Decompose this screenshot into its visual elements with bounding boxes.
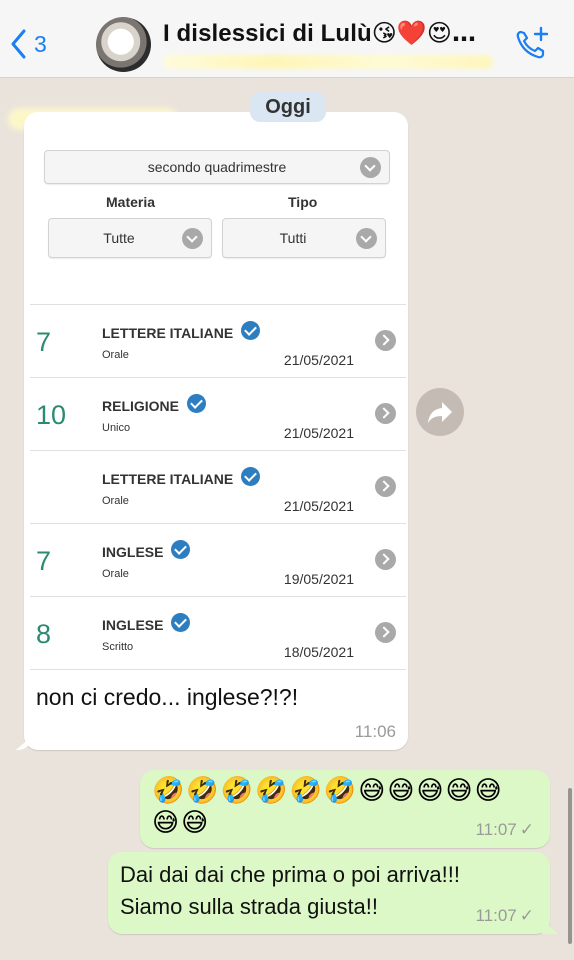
outgoing-message[interactable]: 🤣🤣🤣🤣🤣🤣😅😅😅😅😅 😅😅 11:07 ✓ <box>140 770 550 848</box>
time-text: 11:07 <box>475 820 517 839</box>
subject-text: INGLESE <box>102 616 164 633</box>
grade-date: 21/05/2021 <box>283 425 354 441</box>
grade-row: LETTERE ITALIANE Orale 21/05/2021 <box>30 451 406 524</box>
grade-value: 10 <box>36 400 67 430</box>
emoji-line: 😅😅 <box>152 808 211 838</box>
grade-subject: INGLESE <box>102 540 191 561</box>
message-text: Siamo sulla strada giusta!! <box>120 894 379 919</box>
grade-list: 7 LETTERE ITALIANE Orale 21/05/2021 10 R… <box>30 304 406 670</box>
grade-type: Orale <box>102 495 129 507</box>
chevron-down-icon <box>182 228 203 249</box>
video-call-icon[interactable] <box>512 24 552 64</box>
check-icon <box>241 321 261 340</box>
grade-value: 8 <box>36 619 52 649</box>
chevron-right-icon <box>375 403 396 424</box>
chat-title[interactable]: I dislessici di Lulù😘❤️😍… <box>163 19 476 48</box>
grade-row: 8 INGLESE Scritto 18/05/2021 <box>30 597 406 670</box>
chevron-down-icon <box>360 157 381 178</box>
period-select: secondo quadrimestre <box>44 150 390 184</box>
grade-type: Unico <box>102 422 131 434</box>
check-icon: ✓ <box>519 820 534 839</box>
grade-subject: LETTERE ITALIANE <box>102 467 261 488</box>
back-button[interactable]: 3 <box>10 26 47 62</box>
check-icon: ✓ <box>519 906 534 925</box>
forward-button[interactable] <box>416 388 464 436</box>
grade-subject: INGLESE <box>102 613 191 634</box>
grade-row: 7 LETTERE ITALIANE Orale 21/05/2021 <box>30 305 406 378</box>
grade-row: 7 INGLESE Orale 19/05/2021 <box>30 524 406 597</box>
group-avatar[interactable] <box>96 17 151 72</box>
subject-text: RELIGIONE <box>102 397 180 414</box>
day-separator: Oggi <box>250 92 326 122</box>
subject-text: LETTERE ITALIANE <box>102 470 234 487</box>
grade-row: 10 RELIGIONE Unico 21/05/2021 <box>30 378 406 451</box>
grade-value: 7 <box>36 327 52 357</box>
message-time: 11:07 ✓ <box>475 906 534 926</box>
grade-type: Orale <box>102 349 129 361</box>
outgoing-message[interactable]: Dai dai dai che prima o poi arriva!!! Si… <box>108 852 550 934</box>
message-time: 11:06 <box>354 722 396 741</box>
chevron-down-icon <box>356 228 377 249</box>
emoji-line: 🤣🤣🤣🤣🤣🤣😅😅😅😅😅 <box>152 776 504 806</box>
chevron-right-icon <box>375 549 396 570</box>
message-time: 11:07 ✓ <box>475 820 534 840</box>
grade-subject: LETTERE ITALIANE <box>102 321 261 342</box>
subject-text: INGLESE <box>102 543 164 560</box>
chat-header: 3 I dislessici di Lulù😘❤️😍… <box>0 0 574 78</box>
incoming-message[interactable]: secondo quadrimestre Materia Tipo Tutte … <box>24 112 408 750</box>
type-label: Tipo <box>288 194 318 210</box>
image-attachment[interactable]: secondo quadrimestre Materia Tipo Tutte … <box>30 142 406 670</box>
check-icon <box>187 394 207 413</box>
chevron-right-icon <box>375 476 396 497</box>
forward-icon <box>428 402 452 423</box>
subject-select-value: Tutte <box>103 230 135 246</box>
grade-date: 19/05/2021 <box>283 571 354 587</box>
chevron-right-icon <box>375 622 396 643</box>
grade-type: Orale <box>102 568 129 580</box>
check-icon <box>171 613 191 632</box>
message-text: Dai dai dai che prima o poi arriva!!! <box>120 862 460 887</box>
grade-subject: RELIGIONE <box>102 394 207 415</box>
unread-count: 3 <box>34 30 47 57</box>
period-select-value: secondo quadrimestre <box>147 159 287 175</box>
time-text: 11:07 <box>475 906 517 925</box>
message-text: non ci credo... inglese?!?! <box>36 684 299 710</box>
chat-title-text: I dislessici di Lulù <box>163 20 372 47</box>
grade-date: 21/05/2021 <box>283 498 354 514</box>
participants-subtitle <box>163 55 493 69</box>
chevron-right-icon <box>375 330 396 351</box>
grade-date: 21/05/2021 <box>283 352 354 368</box>
title-emojis: 😘❤️😍… <box>371 19 477 47</box>
scrollbar[interactable] <box>568 788 572 944</box>
grade-value: 7 <box>36 546 52 576</box>
subject-text: LETTERE ITALIANE <box>102 324 234 341</box>
type-select-value: Tutti <box>279 230 307 246</box>
type-select: Tutti <box>222 218 386 258</box>
check-icon <box>241 467 261 486</box>
grade-type: Scritto <box>102 641 134 653</box>
chevron-left-icon <box>11 29 26 59</box>
grade-date: 18/05/2021 <box>283 644 354 660</box>
check-icon <box>171 540 191 559</box>
subject-select: Tutte <box>48 218 212 258</box>
subject-label: Materia <box>106 194 156 210</box>
